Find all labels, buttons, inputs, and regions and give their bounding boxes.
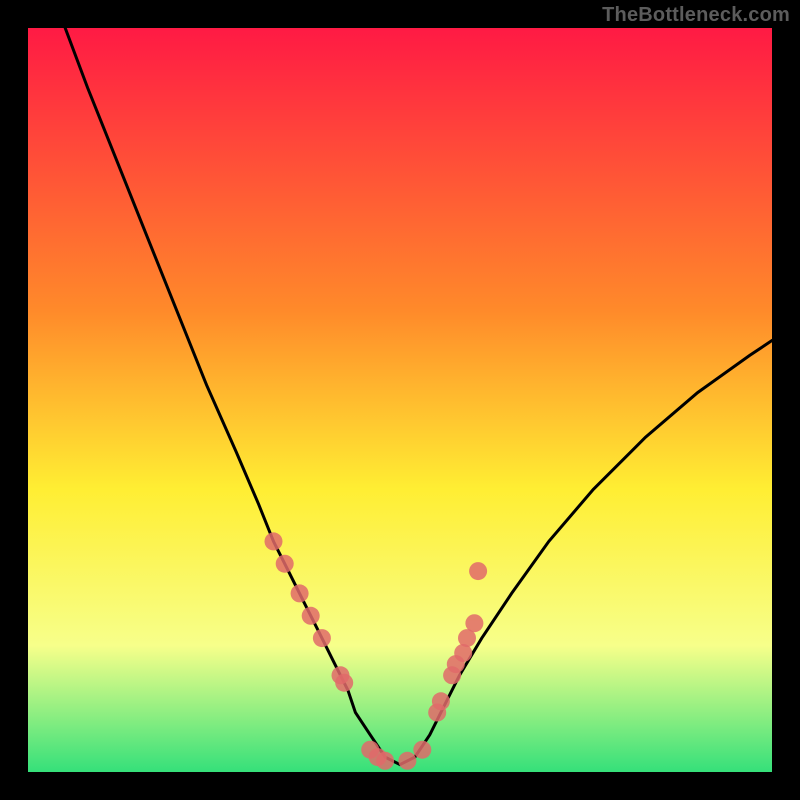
marker-point [335, 674, 353, 692]
marker-point [432, 692, 450, 710]
marker-point [276, 555, 294, 573]
marker-point [313, 629, 331, 647]
watermark-label: TheBottleneck.com [602, 4, 790, 27]
chart-frame [28, 28, 772, 772]
marker-point [291, 584, 309, 602]
marker-point [465, 614, 483, 632]
gradient-background [28, 28, 772, 772]
marker-point [376, 752, 394, 770]
marker-point [302, 607, 320, 625]
bottleneck-chart [28, 28, 772, 772]
marker-point [398, 752, 416, 770]
marker-point [265, 532, 283, 550]
marker-point [413, 741, 431, 759]
marker-point [469, 562, 487, 580]
